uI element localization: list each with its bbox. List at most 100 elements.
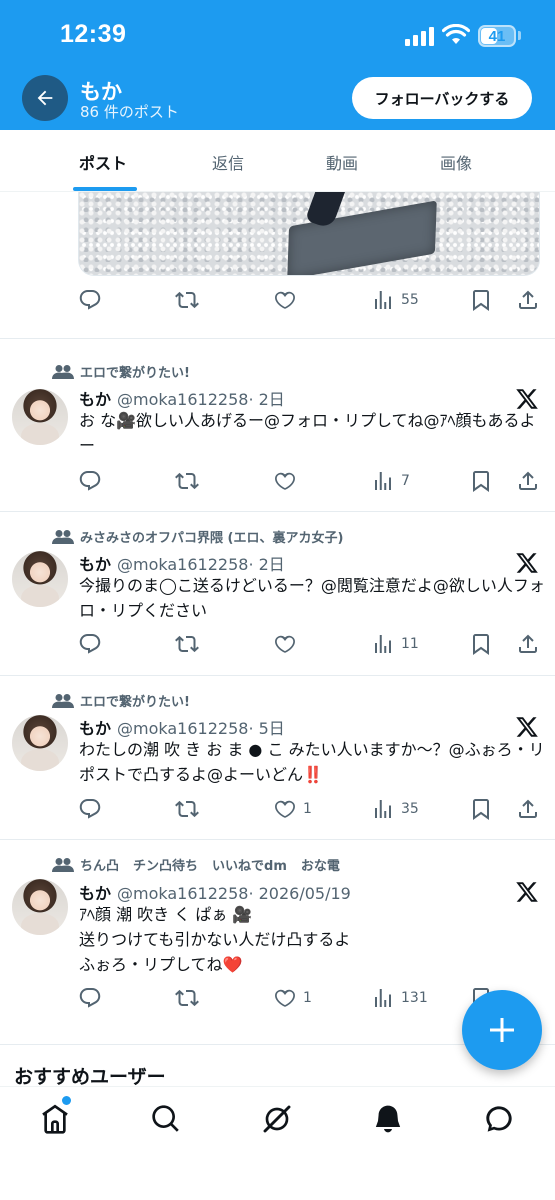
retweet-icon (175, 800, 199, 818)
community-tag: おな電 (300, 859, 340, 874)
tweet-text: 今撮りのま◯こ送るけどいるー？@閲覧注意だよ@欲しい人フォロ・リプください (79, 576, 545, 620)
views-button[interactable]: 11 (371, 629, 419, 659)
x-logo-icon[interactable] (515, 551, 539, 575)
reply-button[interactable] (78, 794, 102, 824)
back-button[interactable] (22, 75, 68, 121)
avatar[interactable] (12, 389, 68, 445)
post-actions: 1 35 (78, 794, 548, 824)
nav-messages[interactable] (481, 1101, 517, 1137)
like-icon (275, 635, 295, 653)
share-button[interactable] (516, 794, 540, 824)
display-name[interactable]: もか (79, 555, 111, 574)
reply-button[interactable] (78, 285, 102, 315)
messages-icon (486, 1106, 512, 1132)
nav-home[interactable] (37, 1101, 73, 1137)
bookmark-button[interactable] (469, 466, 493, 496)
reply-icon (79, 799, 101, 819)
timestamp[interactable]: · 5日 (248, 719, 284, 738)
battery-level: 41 (488, 28, 506, 45)
bookmark-button[interactable] (469, 629, 493, 659)
like-button[interactable] (273, 285, 297, 315)
timestamp[interactable]: · 2026/05/19 (248, 884, 350, 903)
share-icon (519, 799, 537, 818)
bookmark-icon (473, 471, 489, 492)
community-context[interactable]: エロで繋がりたい! (52, 691, 204, 710)
reply-icon (79, 988, 101, 1008)
community-context[interactable]: みさみさのオフパコ界隈 (エロ、裏アカ女子) (52, 527, 357, 546)
retweet-button[interactable] (175, 983, 199, 1013)
views-button[interactable]: 55 (371, 285, 419, 315)
nav-notifications[interactable] (370, 1101, 406, 1137)
retweet-button[interactable] (175, 466, 199, 496)
tab-images[interactable]: 画像 (440, 150, 472, 174)
divider (0, 839, 555, 840)
reply-button[interactable] (78, 983, 102, 1013)
views-button[interactable]: 35 (371, 794, 419, 824)
share-button[interactable] (516, 466, 540, 496)
compose-button[interactable] (462, 990, 542, 1070)
views-icon (375, 291, 391, 309)
tweet-text: わたしの潮 吹 き お ま ● こ みたい人いますか〜？@ふぉろ・リポストで凸す… (79, 740, 545, 784)
nav-grok[interactable] (259, 1101, 295, 1137)
likes-count: 1 (303, 801, 312, 817)
follow-back-button[interactable]: フォローバックする (352, 77, 532, 119)
retweet-icon (175, 635, 199, 653)
compose-plus-icon (490, 1018, 514, 1042)
nav-search[interactable] (148, 1101, 184, 1137)
community-context[interactable]: ちん凸 チン凸待ち いいねでdm おな電 (52, 855, 354, 874)
views-button[interactable]: 131 (371, 983, 428, 1013)
share-button[interactable] (516, 285, 540, 315)
tweet-text: ｱﾍ顔 潮 吹き く ぱぁ 🎥 送りつけても引かない人だけ凸するよ ふぉろ・リプ… (79, 905, 351, 974)
share-icon (519, 634, 537, 653)
like-button[interactable]: 1 (273, 983, 312, 1013)
views-count: 55 (401, 292, 419, 308)
bookmark-icon (473, 634, 489, 655)
like-icon (275, 989, 295, 1007)
display-name[interactable]: もか (79, 719, 111, 738)
community-context[interactable]: エロで繋がりたい! (52, 362, 204, 381)
retweet-button[interactable] (175, 285, 199, 315)
timestamp[interactable]: · 2日 (248, 555, 284, 574)
handle[interactable]: @moka1612258 (117, 719, 248, 738)
display-name[interactable]: もか (79, 884, 111, 903)
tweet-header: もか @moka1612258· 2日 (79, 386, 285, 410)
post-actions: 7 (78, 466, 548, 496)
reply-button[interactable] (78, 466, 102, 496)
x-logo-icon[interactable] (515, 715, 539, 739)
retweet-button[interactable] (175, 629, 199, 659)
share-icon (519, 290, 537, 309)
bookmark-button[interactable] (469, 794, 493, 824)
views-count: 35 (401, 801, 419, 817)
community-name: エロで繋がりたい! (80, 695, 190, 710)
handle[interactable]: @moka1612258 (117, 390, 248, 409)
community-icon (52, 364, 74, 379)
share-button[interactable] (516, 629, 540, 659)
tab-posts[interactable]: ポスト (79, 150, 127, 174)
views-count: 7 (401, 473, 410, 489)
likes-count: 1 (303, 990, 312, 1006)
retweet-button[interactable] (175, 794, 199, 824)
avatar[interactable] (12, 879, 68, 935)
like-button[interactable]: 1 (273, 794, 312, 824)
avatar[interactable] (12, 551, 68, 607)
reply-button[interactable] (78, 629, 102, 659)
tab-replies[interactable]: 返信 (212, 150, 244, 174)
timestamp[interactable]: · 2日 (248, 390, 284, 409)
avatar[interactable] (12, 715, 68, 771)
display-name[interactable]: もか (79, 390, 111, 409)
x-logo-icon[interactable] (515, 880, 539, 904)
status-time: 12:39 (60, 20, 127, 48)
post-media-image[interactable] (78, 192, 540, 276)
views-button[interactable]: 7 (371, 466, 410, 496)
bell-icon (375, 1105, 401, 1133)
tab-videos[interactable]: 動画 (326, 150, 358, 174)
reply-icon (79, 290, 101, 310)
grok-icon (263, 1105, 291, 1133)
bookmark-button[interactable] (469, 285, 493, 315)
like-button[interactable] (273, 466, 297, 496)
views-count: 11 (401, 636, 419, 652)
post-count: 86 件のポスト (80, 103, 179, 121)
like-button[interactable] (273, 629, 297, 659)
handle[interactable]: @moka1612258 (117, 884, 248, 903)
handle[interactable]: @moka1612258 (117, 555, 248, 574)
